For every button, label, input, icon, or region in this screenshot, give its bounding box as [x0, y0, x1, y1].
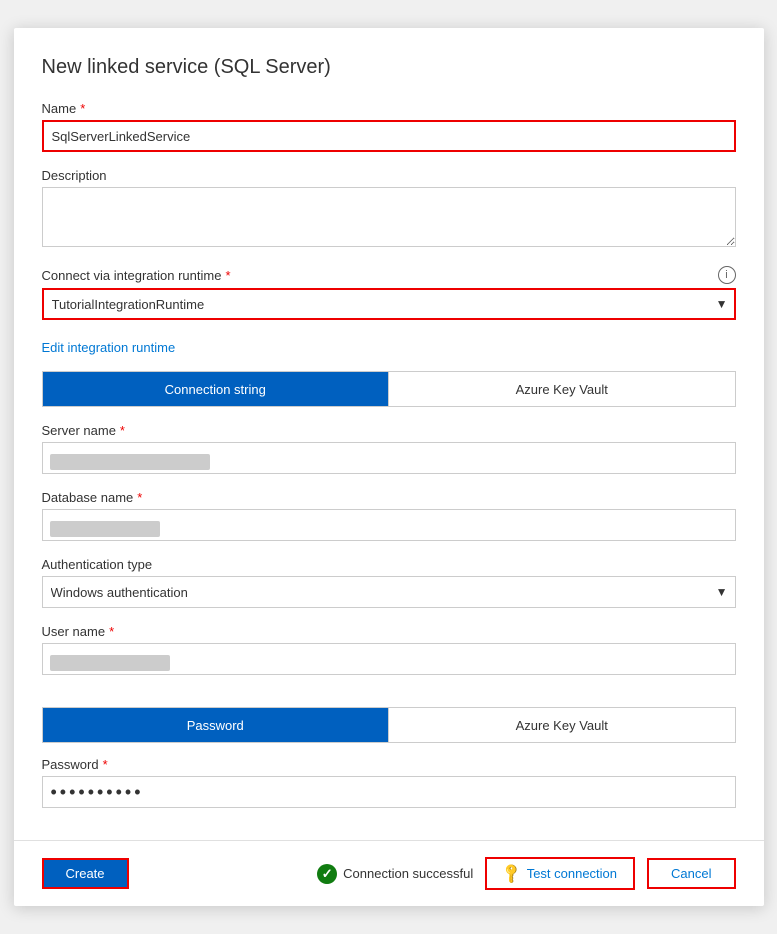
password-tab[interactable]: Password [43, 708, 389, 742]
key-icon: 🔑 [500, 861, 524, 885]
footer-right: ✓ Connection successful 🔑 Test connectio… [317, 857, 735, 890]
edit-integration-runtime-link[interactable]: Edit integration runtime [42, 340, 736, 355]
auth-type-field-group: Authentication type Windows authenticati… [42, 557, 736, 608]
name-label: Name * [42, 101, 736, 116]
password-label: Password * [42, 757, 736, 772]
connection-tab-group: Connection string Azure Key Vault [42, 371, 736, 407]
password-field-group: Password * [42, 757, 736, 808]
connection-string-tab[interactable]: Connection string [43, 372, 389, 406]
description-field-group: Description [42, 168, 736, 250]
description-label: Description [42, 168, 736, 183]
name-input[interactable] [42, 120, 736, 152]
success-check-icon: ✓ [317, 864, 337, 884]
password-azure-key-vault-tab[interactable]: Azure Key Vault [389, 708, 735, 742]
auth-type-label: Authentication type [42, 557, 736, 572]
server-name-masked-value [50, 454, 210, 470]
dialog-title: New linked service (SQL Server) [42, 56, 736, 79]
server-required-star: * [120, 423, 125, 438]
test-connection-label: Test connection [527, 866, 617, 881]
user-name-masked-value [50, 655, 170, 671]
password-required-star: * [103, 757, 108, 772]
auth-type-select-field: Windows authentication ▼ [42, 576, 736, 608]
connection-success-status: ✓ Connection successful [317, 864, 473, 884]
server-name-label: Server name * [42, 423, 736, 438]
auth-type-select[interactable]: Windows authentication [42, 576, 736, 608]
cancel-button[interactable]: Cancel [647, 858, 735, 889]
azure-key-vault-tab[interactable]: Azure Key Vault [389, 372, 735, 406]
test-connection-button[interactable]: 🔑 Test connection [485, 857, 635, 890]
runtime-field-group: Connect via integration runtime * i Tuto… [42, 266, 736, 320]
password-input[interactable] [42, 776, 736, 808]
dialog-footer: Create ✓ Connection successful 🔑 Test co… [14, 840, 764, 906]
password-tab-group: Password Azure Key Vault [42, 707, 736, 743]
name-field-group: Name * [42, 101, 736, 152]
db-required-star: * [137, 490, 142, 505]
database-name-masked-value [50, 521, 160, 537]
database-name-label: Database name * [42, 490, 736, 505]
description-input[interactable] [42, 187, 736, 247]
create-button[interactable]: Create [42, 858, 129, 889]
runtime-info-icon[interactable]: i [718, 266, 736, 284]
runtime-select-wrap: TutorialIntegrationRuntime ▼ [42, 288, 736, 320]
runtime-required-star: * [225, 268, 230, 283]
connection-success-text: Connection successful [343, 866, 473, 881]
database-name-field-group: Database name * [42, 490, 736, 541]
user-name-field-group: User name * [42, 624, 736, 675]
name-required-star: * [80, 101, 85, 116]
server-name-field-group: Server name * [42, 423, 736, 474]
runtime-select[interactable]: TutorialIntegrationRuntime [42, 288, 736, 320]
user-name-label: User name * [42, 624, 736, 639]
user-required-star: * [109, 624, 114, 639]
runtime-label-row: Connect via integration runtime * i [42, 266, 736, 284]
new-linked-service-dialog: New linked service (SQL Server) Name * D… [14, 28, 764, 906]
